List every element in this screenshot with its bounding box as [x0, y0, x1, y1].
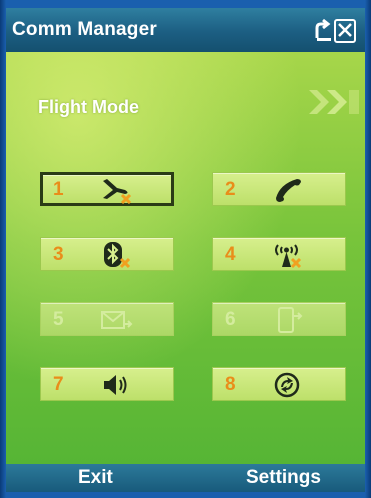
- device-frame: Comm Manager Flight Mode 1 2 3 4 5 6 7 8…: [0, 0, 371, 498]
- decorative-chevrons-icon: [309, 90, 359, 114]
- activesync-icon: [274, 372, 300, 398]
- button-number: 6: [225, 309, 236, 330]
- airplane-icon: [103, 179, 132, 204]
- app-title: Comm Manager: [12, 19, 157, 40]
- volume-button[interactable]: 7: [40, 367, 174, 401]
- connectivity-status-icon[interactable]: [313, 14, 359, 46]
- exit-softkey[interactable]: Exit: [78, 467, 113, 489]
- button-number: 2: [225, 179, 236, 200]
- button-number: 5: [53, 309, 64, 330]
- wireless-antenna-icon: [275, 244, 302, 269]
- button-number: 3: [53, 244, 64, 265]
- title-bar: Comm Manager: [6, 8, 365, 52]
- bluetooth-button[interactable]: 3: [40, 237, 174, 271]
- activesync-button[interactable]: 8: [212, 367, 346, 401]
- main-content: Flight Mode 1 2 3 4 5 6 7 8: [6, 52, 365, 464]
- wireless-button[interactable]: 4: [212, 237, 346, 271]
- speaker-icon: [104, 375, 127, 395]
- device-sync-icon: [278, 307, 303, 333]
- phone-button[interactable]: 2: [212, 172, 346, 206]
- mail-sync-button[interactable]: 5: [40, 302, 174, 336]
- bluetooth-icon: [104, 242, 131, 269]
- settings-softkey[interactable]: Settings: [246, 467, 321, 489]
- softkey-bar: Exit Settings: [6, 464, 365, 492]
- button-number: 8: [225, 374, 236, 395]
- button-number: 1: [53, 179, 64, 200]
- flight-mode-label: Flight Mode: [38, 97, 139, 117]
- mail-sync-icon: [101, 311, 133, 329]
- screen: Comm Manager Flight Mode 1 2 3 4 5 6 7 8…: [6, 8, 365, 492]
- button-number: 4: [225, 244, 236, 265]
- phone-icon: [276, 179, 301, 202]
- device-sync-button[interactable]: 6: [212, 302, 346, 336]
- flight-mode-button[interactable]: 1: [40, 172, 174, 206]
- button-number: 7: [53, 374, 64, 395]
